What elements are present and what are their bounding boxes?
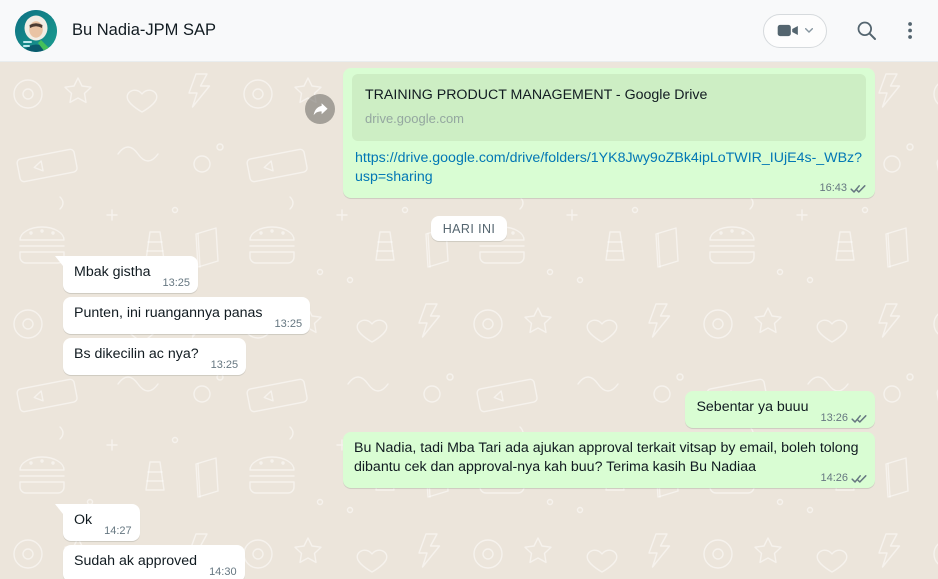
message-bubble-out: TRAINING PRODUCT MANAGEMENT - Google Dri…	[343, 68, 875, 198]
message-text: Punten, ini ruangannya panas	[74, 305, 263, 321]
delivered-double-check-icon	[850, 184, 866, 194]
message-text: Ok	[74, 512, 92, 528]
message-meta: 13:25	[275, 315, 303, 334]
conversation-panel[interactable]: TRAINING PRODUCT MANAGEMENT - Google Dri…	[0, 62, 938, 579]
forward-button[interactable]	[305, 94, 335, 124]
message-body: https://drive.google.com/drive/folders/1…	[352, 149, 866, 187]
message-time: 13:25	[163, 274, 191, 293]
search-icon	[856, 20, 877, 41]
message-meta: 13:25	[211, 356, 239, 375]
message-row: Bu Nadia, tadi Mba Tari ada ajukan appro…	[63, 432, 875, 488]
forward-icon	[311, 100, 329, 118]
message-time: 16:43	[819, 179, 847, 198]
message-meta: 16:43	[819, 179, 866, 198]
message-row: Sebentar ya buuu 13:26	[63, 391, 875, 428]
message-meta: 13:26	[820, 409, 867, 428]
message-row: Bs dikecilin ac nya? 13:25	[63, 338, 875, 375]
message-text: Bs dikecilin ac nya?	[74, 346, 199, 362]
message-time: 13:25	[211, 356, 239, 375]
contact-info[interactable]: Bu Nadia-JPM SAP	[15, 10, 216, 52]
message-meta: 14:30	[209, 563, 237, 579]
message-bubble-in: Sudah ak approved 14:30	[63, 545, 245, 579]
message-bubble-out: Bu Nadia, tadi Mba Tari ada ajukan appro…	[343, 432, 875, 488]
menu-button[interactable]	[906, 19, 915, 42]
message-bubble-in: Mbak gistha 13:25	[63, 256, 198, 293]
video-call-button[interactable]	[763, 14, 827, 48]
message-list: TRAINING PRODUCT MANAGEMENT - Google Dri…	[0, 62, 938, 579]
message-bubble-in: Ok 14:27	[63, 504, 140, 541]
delivered-double-check-icon	[851, 474, 867, 484]
avatar-photo	[15, 10, 57, 52]
whatsapp-chat-window: Bu Nadia-JPM SAP	[0, 0, 938, 579]
message-time: 13:26	[820, 409, 848, 428]
kebab-menu-icon	[908, 21, 913, 40]
search-button[interactable]	[854, 18, 879, 43]
message-meta: 14:26	[820, 469, 867, 488]
message-text: Sebentar ya buuu	[696, 399, 808, 415]
header-actions	[763, 14, 915, 48]
contact-name: Bu Nadia-JPM SAP	[72, 21, 216, 40]
message-text: Bu Nadia, tadi Mba Tari ada ajukan appro…	[354, 440, 858, 475]
message-text: Sudah ak approved	[74, 553, 197, 569]
date-divider: HARI INI	[431, 216, 508, 241]
avatar[interactable]	[15, 10, 57, 52]
message-row: Sudah ak approved 14:30	[63, 545, 875, 579]
message-meta: 13:25	[163, 274, 191, 293]
message-meta: 14:27	[104, 522, 132, 541]
message-bubble-in: Punten, ini ruangannya panas 13:25	[63, 297, 310, 334]
link-preview-title: TRAINING PRODUCT MANAGEMENT - Google Dri…	[365, 86, 853, 105]
delivered-double-check-icon	[851, 414, 867, 424]
date-divider-row: HARI INI	[63, 216, 875, 241]
message-bubble-out: Sebentar ya buuu 13:26	[685, 391, 875, 428]
message-link[interactable]: https://drive.google.com/drive/folders/1…	[355, 150, 862, 185]
message-row: Punten, ini ruangannya panas 13:25	[63, 297, 875, 334]
link-preview-card[interactable]: TRAINING PRODUCT MANAGEMENT - Google Dri…	[352, 74, 866, 141]
message-row: Mbak gistha 13:25	[63, 256, 875, 293]
message-row: Ok 14:27	[63, 504, 875, 541]
chat-header: Bu Nadia-JPM SAP	[0, 0, 938, 62]
message-row: TRAINING PRODUCT MANAGEMENT - Google Dri…	[63, 68, 875, 198]
video-camera-icon	[777, 23, 799, 38]
message-text: Mbak gistha	[74, 264, 151, 280]
message-bubble-in: Bs dikecilin ac nya? 13:25	[63, 338, 246, 375]
message-time: 14:26	[820, 469, 848, 488]
message-time: 14:27	[104, 522, 132, 541]
message-time: 13:25	[275, 315, 303, 334]
chevron-down-icon	[805, 28, 813, 33]
link-preview-domain: drive.google.com	[365, 109, 853, 128]
message-time: 14:30	[209, 563, 237, 579]
